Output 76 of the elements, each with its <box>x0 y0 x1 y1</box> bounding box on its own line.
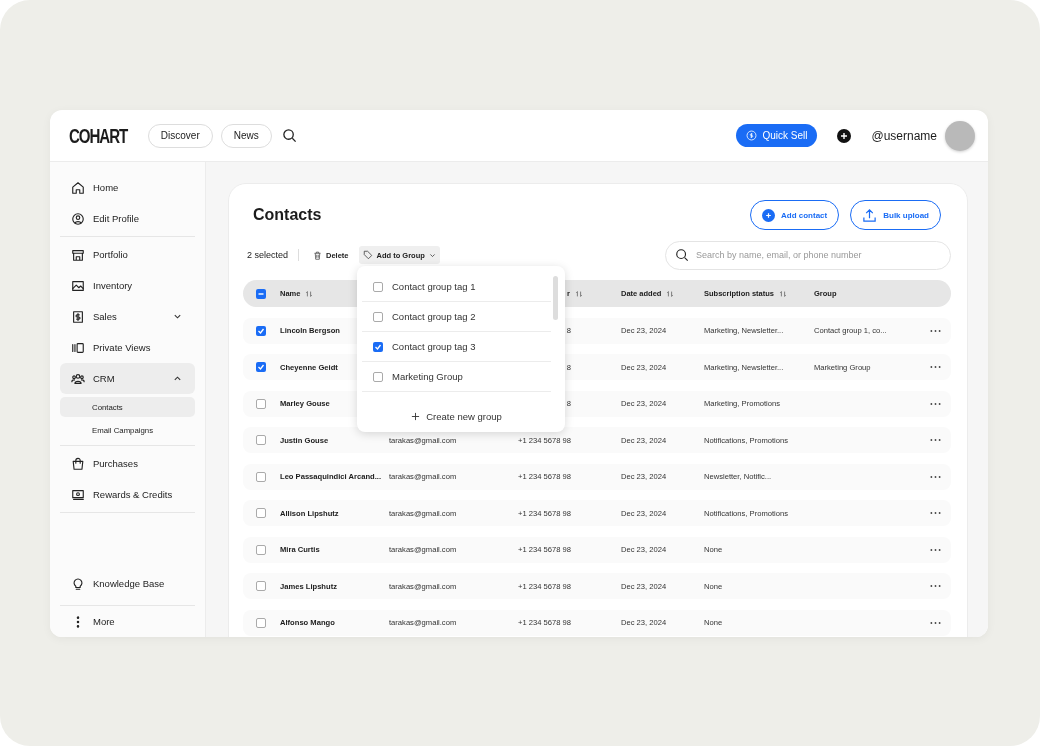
sidebar-item[interactable]: Private Views <box>60 332 195 363</box>
group-checkbox[interactable] <box>373 341 383 352</box>
add-contact-button[interactable]: Add contact <box>750 200 840 230</box>
avatar[interactable] <box>945 120 975 151</box>
sidebar-item[interactable]: Sales <box>60 301 195 332</box>
row-checkbox[interactable] <box>256 435 266 445</box>
sort-icon[interactable] <box>305 289 314 298</box>
sidebar-item[interactable]: Inventory <box>60 270 195 301</box>
nav-button[interactable]: Discover <box>147 123 213 148</box>
search-field[interactable]: Search by name, email, or phone number <box>665 240 951 270</box>
sidebar-item[interactable]: Purchases <box>60 448 195 479</box>
more-icon[interactable] <box>930 584 941 588</box>
group-option[interactable]: Contact group tag 2 <box>362 302 551 332</box>
group-option[interactable]: Marketing Group <box>362 362 551 392</box>
sidebar-item[interactable]: Home <box>60 172 195 203</box>
row-checkbox[interactable] <box>256 617 266 628</box>
trash-icon <box>313 250 323 260</box>
page-title: Contacts <box>253 206 322 224</box>
plus-icon <box>411 411 421 421</box>
user-circle-icon <box>71 211 85 226</box>
bag-icon <box>71 456 85 471</box>
row-checkbox[interactable] <box>256 508 266 518</box>
sidebar-item[interactable]: Edit Profile <box>60 203 195 234</box>
more-icon[interactable] <box>930 365 941 369</box>
cash-icon <box>71 487 85 502</box>
panels-icon <box>71 340 85 355</box>
more-icon[interactable] <box>930 547 941 552</box>
sidebar-item[interactable]: Portfolio <box>60 239 195 270</box>
sort-icon[interactable] <box>575 289 583 298</box>
plus-icon <box>762 208 775 222</box>
select-all-checkbox[interactable] <box>256 288 266 299</box>
sidebar-item[interactable]: Rewards & Credits <box>60 479 195 510</box>
lightbulb-icon <box>71 576 85 591</box>
group-option[interactable]: Contact group tag 3 <box>362 332 551 362</box>
selection-count: 2 selected <box>247 250 289 260</box>
more-icon[interactable] <box>930 511 941 515</box>
row-checkbox[interactable] <box>256 398 266 409</box>
more-icon[interactable] <box>930 474 941 479</box>
row-checkbox[interactable] <box>256 581 266 591</box>
house-icon <box>71 180 85 195</box>
people-icon <box>71 371 85 386</box>
upload-icon <box>862 207 878 223</box>
row-checkbox[interactable] <box>256 362 266 372</box>
chevron-icon <box>173 374 182 383</box>
logo[interactable]: COHART <box>69 123 128 148</box>
nav-button[interactable]: News <box>220 123 272 148</box>
dollar-receipt-icon <box>71 309 85 324</box>
username[interactable]: @username <box>871 128 937 143</box>
row-checkbox[interactable] <box>256 325 266 336</box>
storefront-icon <box>71 247 85 262</box>
more-icon[interactable] <box>930 328 941 333</box>
row-checkbox[interactable] <box>256 471 266 482</box>
more-icon[interactable] <box>930 620 941 625</box>
search-icon <box>675 248 689 262</box>
chevron-icon <box>173 312 182 321</box>
sidebar-item[interactable]: CRM <box>60 363 195 394</box>
bulk-upload-button[interactable]: Bulk upload <box>850 200 941 230</box>
sort-icon[interactable] <box>666 289 675 298</box>
search-icon[interactable] <box>281 128 297 143</box>
plus-icon[interactable] <box>837 128 852 143</box>
chevron-icon <box>428 251 436 259</box>
sort-icon[interactable] <box>779 289 787 298</box>
group-checkbox[interactable] <box>373 371 383 382</box>
more-icon[interactable] <box>930 401 941 406</box>
quick-sell-button[interactable]: Quick Sell <box>736 124 818 147</box>
tag-icon <box>362 250 373 260</box>
group-checkbox[interactable] <box>373 311 383 322</box>
scrollbar[interactable] <box>553 276 558 320</box>
sidebar-item[interactable]: Knowledge Base <box>60 568 195 599</box>
group-option[interactable]: Contact group tag 1 <box>362 272 551 302</box>
group-checkbox[interactable] <box>373 281 383 292</box>
row-checkbox[interactable] <box>256 544 266 555</box>
dollar-icon <box>746 130 758 141</box>
more-icon[interactable] <box>930 438 941 442</box>
picture-icon <box>71 278 85 293</box>
sidebar-item[interactable]: More <box>60 605 195 637</box>
